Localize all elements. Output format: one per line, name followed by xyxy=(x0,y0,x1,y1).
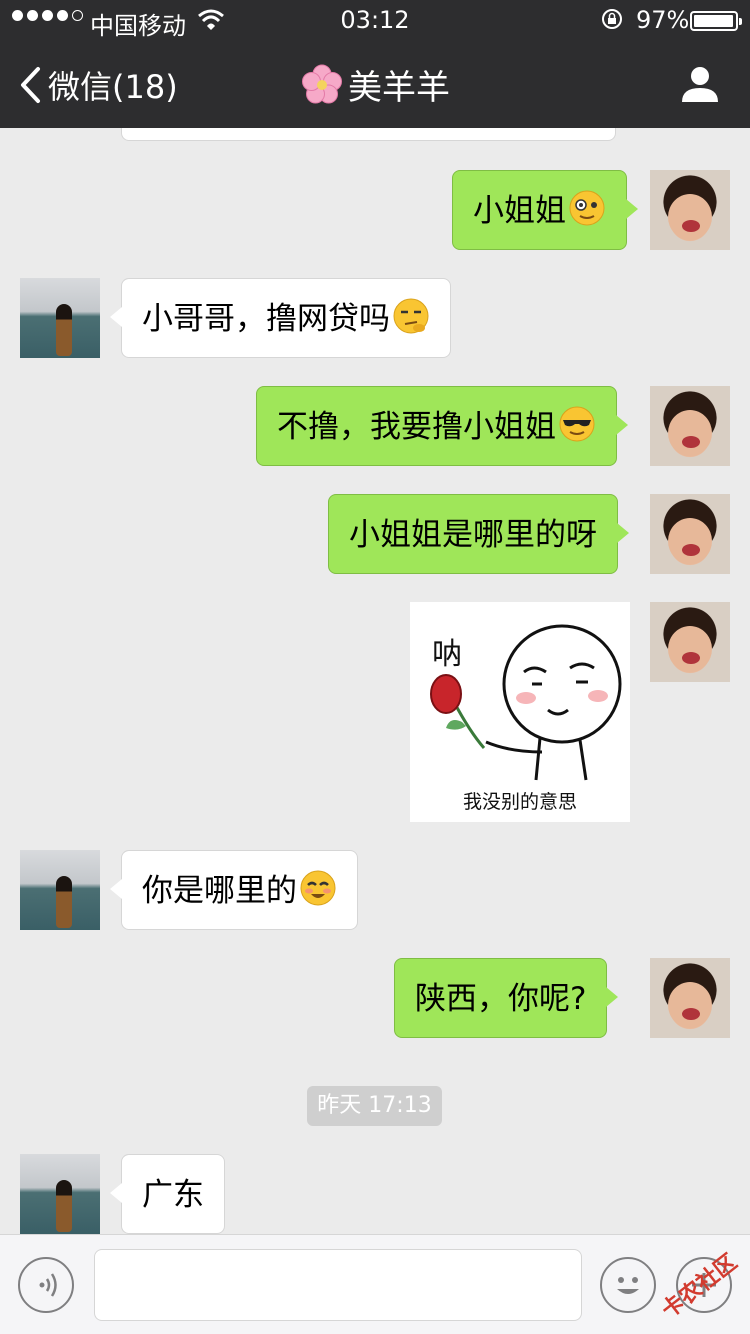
rose-sticker-image: 呐 我没别的意思 xyxy=(430,624,622,813)
message-text: 陕西，你呢? xyxy=(415,981,587,1017)
avatar-self[interactable] xyxy=(650,958,730,1038)
avatar-self[interactable] xyxy=(650,494,730,574)
sunglasses-face-icon xyxy=(559,406,595,442)
cherry-blossom-icon xyxy=(302,64,342,104)
avatar-self[interactable] xyxy=(650,602,730,682)
message-text: 你是哪里的 xyxy=(142,873,297,909)
message-bubble-contact[interactable]: 你是哪里的 xyxy=(110,850,358,930)
message-input[interactable] xyxy=(94,1249,582,1321)
avatar-contact[interactable] xyxy=(20,850,100,930)
avatar-contact[interactable] xyxy=(20,1154,100,1234)
nav-bar: 微信(18) 美羊羊 xyxy=(0,40,750,128)
chat-title-text: 美羊羊 xyxy=(348,68,450,108)
message-text: 小哥哥，撸网贷吗 xyxy=(142,301,390,337)
sticker-message[interactable]: 呐 我没别的意思 xyxy=(410,602,630,822)
status-bar: 中国移动 03:12 97% xyxy=(0,0,750,40)
battery-icon xyxy=(690,11,742,31)
message-bubble-self[interactable]: 小姐姐 xyxy=(452,170,638,250)
message-text: 不撸，我要撸小姐姐 xyxy=(277,409,556,445)
chat-area[interactable]: 小姐姐 小哥哥，撸网贷吗 不撸，我要撸小姐姐 小姐姐是哪里的呀 呐 我没别的意思… xyxy=(0,128,750,1234)
input-bar xyxy=(0,1234,750,1334)
monocle-face-icon xyxy=(569,190,605,226)
profile-icon[interactable] xyxy=(680,64,720,104)
message-bubble-contact[interactable]: 广东 xyxy=(110,1154,225,1234)
battery-percent: 97% xyxy=(636,6,690,34)
previous-message-bubble xyxy=(121,128,616,141)
thinking-face-icon xyxy=(393,298,429,334)
sticker-caption: 我没别的意思 xyxy=(463,791,577,813)
voice-button[interactable] xyxy=(18,1257,74,1313)
message-bubble-self[interactable]: 不撸，我要撸小姐姐 xyxy=(256,386,628,466)
rotation-lock-icon xyxy=(602,9,622,29)
message-text: 广东 xyxy=(142,1177,204,1213)
message-text: 小姐姐 xyxy=(473,193,566,229)
grinning-face-icon xyxy=(300,870,336,906)
avatar-self[interactable] xyxy=(650,386,730,466)
chat-title: 美羊羊 xyxy=(0,60,750,109)
voice-icon xyxy=(39,1273,57,1297)
timestamp-divider: 昨天 17:13 xyxy=(307,1086,442,1126)
message-bubble-contact[interactable]: 小哥哥，撸网贷吗 xyxy=(110,278,451,358)
message-bubble-self[interactable]: 陕西，你呢? xyxy=(394,958,619,1038)
avatar-self[interactable] xyxy=(650,170,730,250)
avatar-contact[interactable] xyxy=(20,278,100,358)
sticker-word: 呐 xyxy=(432,637,462,672)
message-text: 小姐姐是哪里的呀 xyxy=(349,517,597,553)
message-bubble-self[interactable]: 小姐姐是哪里的呀 xyxy=(328,494,629,574)
